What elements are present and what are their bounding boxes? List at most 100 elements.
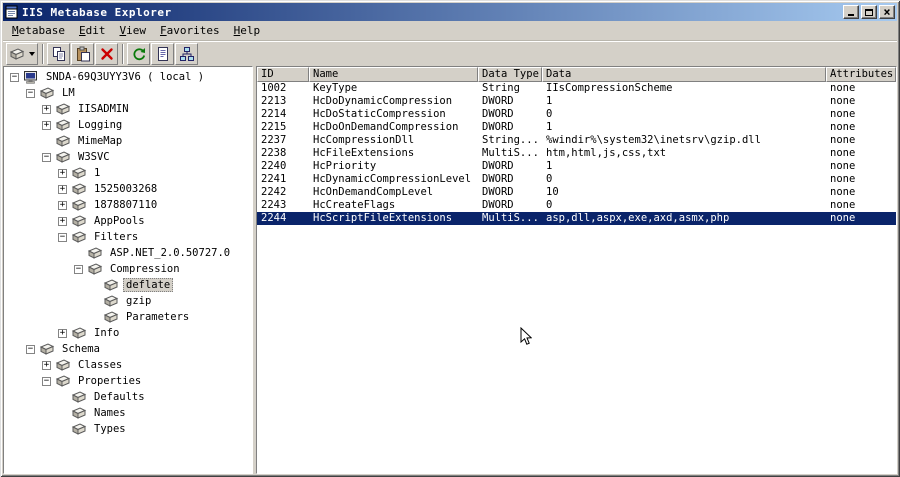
column-header-filler xyxy=(896,67,897,82)
menu-metabase[interactable]: Metabase xyxy=(5,22,72,39)
tree-item-properties[interactable]: − Properties xyxy=(4,373,252,389)
tree-item-lm[interactable]: − LM xyxy=(4,85,252,101)
delete-button[interactable] xyxy=(95,42,118,65)
cell-data-type: DWORD xyxy=(482,108,514,120)
cell-attributes: none xyxy=(830,134,856,146)
collapse-toggle[interactable]: − xyxy=(58,232,67,242)
menu-view[interactable]: View xyxy=(112,22,153,39)
table-row-2241[interactable]: 2241 HcDynamicCompressionLevel DWORD 0 none xyxy=(257,173,896,186)
connect-button[interactable] xyxy=(175,42,198,65)
collapse-toggle[interactable]: − xyxy=(10,72,19,82)
tree-item-snda-69q3uyy3v6-local[interactable]: − SNDA-69Q3UYY3V6 ( local ) xyxy=(4,69,252,85)
dropdown-arrow-icon[interactable] xyxy=(29,51,35,56)
record-info-button[interactable] xyxy=(151,42,174,65)
tree-item-iisadmin[interactable]: + IISADMIN xyxy=(4,101,252,117)
table-row-2240[interactable]: 2240 HcPriority DWORD 1 none xyxy=(257,160,896,173)
menu-favorites[interactable]: Favorites xyxy=(153,22,227,39)
column-header-attributes[interactable]: Attributes xyxy=(826,67,896,82)
tree-item-mimemap[interactable]: MimeMap xyxy=(4,133,252,149)
refresh-button[interactable] xyxy=(127,42,150,65)
minimize-button[interactable] xyxy=(843,5,859,19)
table-row-2215[interactable]: 2215 HcDoOnDemandCompression DWORD 1 none xyxy=(257,121,896,134)
menu-help[interactable]: Help xyxy=(227,22,268,39)
tree-item-apppools[interactable]: + AppPools xyxy=(4,213,252,229)
tree-label: AppPools xyxy=(94,215,145,227)
column-header-data-type[interactable]: Data Type xyxy=(478,67,542,82)
expand-toggle[interactable]: + xyxy=(58,216,67,226)
paste-button[interactable] xyxy=(71,42,94,65)
tree-item-info[interactable]: + Info xyxy=(4,325,252,341)
column-header-data[interactable]: Data xyxy=(542,67,826,82)
tree-item-gzip[interactable]: gzip xyxy=(4,293,252,309)
new-key-button[interactable] xyxy=(6,42,38,65)
column-header-name[interactable]: Name xyxy=(309,67,478,82)
tree-item-parameters[interactable]: Parameters xyxy=(4,309,252,325)
collapse-toggle[interactable]: − xyxy=(26,88,35,98)
table-row-2237[interactable]: 2237 HcCompressionDll String... %windir%\sy… xyxy=(257,134,896,147)
tree-label: 1878807110 xyxy=(94,199,158,211)
table-row-2214[interactable]: 2214 HcDoStaticCompression DWORD 0 none xyxy=(257,108,896,121)
app-icon xyxy=(5,5,19,19)
cell-attributes: none xyxy=(830,82,856,94)
collapse-toggle[interactable]: − xyxy=(42,376,51,386)
titlebar[interactable]: IIS Metabase Explorer × xyxy=(3,3,897,21)
tree-item-deflate[interactable]: deflate xyxy=(4,277,252,293)
tree-item-asp-net-2-0-50727-0[interactable]: ASP.NET_2.0.50727.0 xyxy=(4,245,252,261)
collapse-toggle[interactable]: − xyxy=(42,152,51,162)
metabase-tree: − SNDA-69Q3UYY3V6 ( local ) − LM + IISADMIN + L… xyxy=(3,66,253,474)
tree-item-logging[interactable]: + Logging xyxy=(4,117,252,133)
table-row-2238[interactable]: 2238 HcFileExtensions MultiS... htm,html,js… xyxy=(257,147,896,160)
cell-data: 0 xyxy=(546,173,553,185)
cell-attributes: none xyxy=(830,173,856,185)
menu-bar: Metabase Edit View Favorites Help xyxy=(3,21,897,40)
copy-button[interactable] xyxy=(47,42,70,65)
table-row-2244[interactable]: 2244 HcScriptFileExtensions MultiS... asp,d… xyxy=(257,212,896,225)
tree-item-types[interactable]: Types xyxy=(4,421,252,437)
table-row-2213[interactable]: 2213 HcDoDynamicCompression DWORD 1 none xyxy=(257,95,896,108)
tree-item-filters[interactable]: − Filters xyxy=(4,229,252,245)
expand-toggle[interactable]: + xyxy=(58,184,67,194)
list-header: ID Name Data Type Data Attributes xyxy=(257,67,896,82)
collapse-toggle[interactable]: − xyxy=(74,264,83,274)
expand-toggle[interactable]: + xyxy=(42,104,51,114)
expand-toggle[interactable]: + xyxy=(58,328,67,338)
tree-item-1[interactable]: +1 xyxy=(4,165,252,181)
table-row-2242[interactable]: 2242 HcOnDemandCompLevel DWORD 10 none xyxy=(257,186,896,199)
tree-item-classes[interactable]: + Classes xyxy=(4,357,252,373)
tree-item-schema[interactable]: − Schema xyxy=(4,341,252,357)
table-row-2243[interactable]: 2243 HcCreateFlags DWORD 0 none xyxy=(257,199,896,212)
cell-data-type: DWORD xyxy=(482,160,514,172)
key-icon xyxy=(71,182,87,196)
close-button[interactable]: × xyxy=(879,5,895,19)
column-header-id[interactable]: ID xyxy=(257,67,309,82)
tree-item-w3svc[interactable]: − W3SVC xyxy=(4,149,252,165)
cell-id: 2243 xyxy=(261,199,287,211)
collapse-toggle[interactable]: − xyxy=(26,344,35,354)
expand-toggle[interactable]: + xyxy=(58,200,67,210)
tree-label: IISADMIN xyxy=(78,103,129,115)
maximize-button[interactable] xyxy=(861,5,877,19)
menu-edit[interactable]: Edit xyxy=(72,22,113,39)
tree-item-1525003268[interactable]: +1525003268 xyxy=(4,181,252,197)
expand-toggle[interactable]: + xyxy=(42,360,51,370)
toolbar xyxy=(3,40,897,66)
expand-toggle[interactable]: + xyxy=(42,120,51,130)
tree-item-1878807110[interactable]: +1878807110 xyxy=(4,197,252,213)
cell-name: HcDoOnDemandCompression xyxy=(313,121,459,133)
property-list: ID Name Data Type Data Attributes 1002 KeyTyp… xyxy=(256,66,897,474)
tree-item-compression[interactable]: − Compression xyxy=(4,261,252,277)
key-icon xyxy=(87,246,103,260)
cell-id: 1002 xyxy=(261,82,287,94)
key-icon xyxy=(55,102,71,116)
tree-item-defaults[interactable]: Defaults xyxy=(4,389,252,405)
key-icon xyxy=(55,374,71,388)
expand-toggle[interactable]: + xyxy=(58,168,67,178)
table-row-1002[interactable]: 1002 KeyType String IIsCompressionScheme non… xyxy=(257,82,896,95)
tree-item-names[interactable]: Names xyxy=(4,405,252,421)
cell-name: HcPriority xyxy=(313,160,377,172)
cell-data: %windir%\system32\inetsrv\gzip.dll xyxy=(546,134,761,146)
key-icon xyxy=(71,166,87,180)
cell-data-type: String xyxy=(482,82,520,94)
tree-label: Compression xyxy=(110,263,180,275)
